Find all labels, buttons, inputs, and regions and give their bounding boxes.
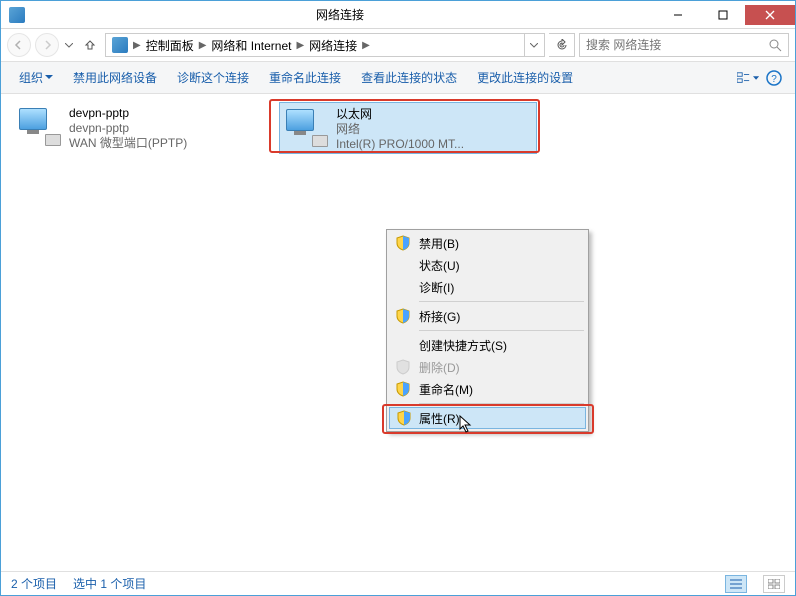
ctx-diagnose[interactable]: 诊断(I) [389, 276, 586, 298]
refresh-button[interactable] [549, 33, 575, 57]
item-count: 2 个项目 [11, 575, 57, 592]
minimize-button[interactable] [655, 5, 700, 25]
network-icon [17, 106, 61, 146]
connection-name: 以太网 [336, 107, 532, 122]
connection-status: 网络 [336, 122, 532, 137]
navigation-bar: ▶ 控制面板 ▶ 网络和 Internet ▶ 网络连接 ▶ [1, 29, 795, 62]
connection-device: Intel(R) PRO/1000 MT... [336, 137, 532, 152]
shield-icon [396, 410, 412, 426]
ctx-delete: 删除(D) [389, 356, 586, 378]
breadcrumb-seg-network-connections[interactable]: 网络连接 [305, 37, 361, 54]
connection-item-vpn[interactable]: devpn-pptp devpn-pptp WAN 微型端口(PPTP) [13, 102, 271, 154]
rename-connection-button[interactable]: 重命名此连接 [261, 65, 349, 90]
address-bar[interactable]: ▶ 控制面板 ▶ 网络和 Internet ▶ 网络连接 ▶ [105, 33, 545, 57]
breadcrumb-seg-network-internet[interactable]: 网络和 Internet [207, 37, 295, 54]
change-settings-button[interactable]: 更改此连接的设置 [469, 65, 581, 90]
ctx-shortcut[interactable]: 创建快捷方式(S) [389, 334, 586, 356]
ctx-disable[interactable]: 禁用(B) [389, 232, 586, 254]
ctx-properties[interactable]: 属性(R) [389, 407, 586, 429]
ctx-bridge[interactable]: 桥接(G) [389, 305, 586, 327]
search-box[interactable] [579, 33, 789, 57]
app-icon [9, 7, 25, 23]
status-bar: 2 个项目 选中 1 个项目 [1, 571, 795, 595]
shield-icon [395, 235, 411, 251]
search-input[interactable] [586, 38, 769, 52]
network-icon [284, 107, 328, 147]
content-area: devpn-pptp devpn-pptp WAN 微型端口(PPTP) 以太网… [1, 94, 795, 571]
command-toolbar: 组织 禁用此网络设备 诊断这个连接 重命名此连接 查看此连接的状态 更改此连接的… [1, 62, 795, 94]
up-button[interactable] [79, 34, 101, 56]
menu-separator [419, 403, 584, 404]
ctx-status[interactable]: 状态(U) [389, 254, 586, 276]
details-view-button[interactable] [725, 575, 747, 593]
connection-device: WAN 微型端口(PPTP) [69, 136, 267, 151]
search-icon [769, 39, 782, 52]
address-dropdown[interactable] [524, 34, 542, 56]
menu-separator [419, 301, 584, 302]
breadcrumb-seg-control-panel[interactable]: 控制面板 [142, 37, 198, 54]
view-status-button[interactable]: 查看此连接的状态 [353, 65, 465, 90]
shield-icon [395, 308, 411, 324]
help-button[interactable]: ? [763, 67, 785, 89]
back-button[interactable] [7, 33, 31, 57]
view-options-button[interactable] [737, 67, 759, 89]
forward-button[interactable] [35, 33, 59, 57]
shield-icon [395, 381, 411, 397]
connection-item-ethernet[interactable]: 以太网 网络 Intel(R) PRO/1000 MT... [279, 102, 537, 154]
maximize-button[interactable] [700, 5, 745, 25]
organize-menu[interactable]: 组织 [11, 65, 61, 90]
shield-icon [395, 359, 411, 375]
chevron-right-icon: ▶ [361, 40, 371, 51]
window-controls [655, 5, 795, 25]
menu-separator [419, 330, 584, 331]
disable-device-button[interactable]: 禁用此网络设备 [65, 65, 165, 90]
selected-count: 选中 1 个项目 [73, 575, 146, 592]
connection-name: devpn-pptp [69, 106, 267, 121]
history-dropdown[interactable] [63, 35, 75, 55]
chevron-right-icon: ▶ [295, 40, 305, 51]
title-bar: 网络连接 [1, 1, 795, 29]
diagnose-connection-button[interactable]: 诊断这个连接 [169, 65, 257, 90]
chevron-right-icon: ▶ [198, 40, 208, 51]
close-button[interactable] [745, 5, 795, 25]
chevron-right-icon: ▶ [132, 40, 142, 51]
context-menu: 禁用(B) 状态(U) 诊断(I) 桥接(G) 创建快捷方式(S) 删除(D) … [386, 229, 589, 432]
window-title: 网络连接 [25, 6, 655, 23]
svg-text:?: ? [771, 74, 777, 85]
folder-icon [112, 37, 128, 53]
icons-view-button[interactable] [763, 575, 785, 593]
connection-list: devpn-pptp devpn-pptp WAN 微型端口(PPTP) 以太网… [13, 102, 783, 154]
connection-status: devpn-pptp [69, 121, 267, 136]
ctx-rename[interactable]: 重命名(M) [389, 378, 586, 400]
